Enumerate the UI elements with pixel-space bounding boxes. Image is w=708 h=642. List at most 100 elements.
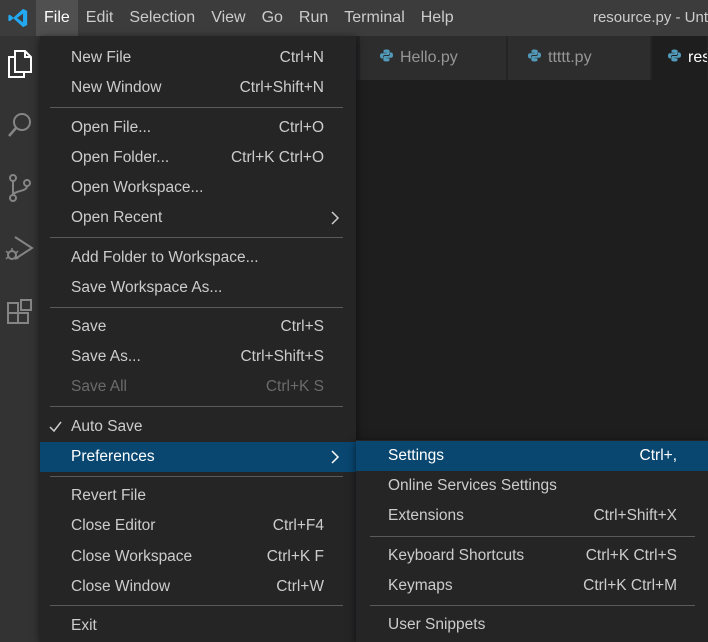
menu-item-open-folder[interactable]: Open Folder... Ctrl+K Ctrl+O xyxy=(40,143,356,173)
menu-item-save-as[interactable]: Save As... Ctrl+Shift+S xyxy=(40,342,356,372)
tab-bar: Hello.py ttttt.py res xyxy=(356,36,708,80)
explorer-icon[interactable] xyxy=(0,40,40,88)
menu-item-close-editor[interactable]: Close Editor Ctrl+F4 xyxy=(40,511,356,541)
menu-item-shortcut: Ctrl+Shift+N xyxy=(239,79,324,96)
activity-bar xyxy=(0,36,40,642)
menu-item-save-all: Save All Ctrl+K S xyxy=(40,372,356,402)
menu-item-shortcut: Ctrl+F4 xyxy=(272,517,324,534)
menu-item-shortcut: Ctrl+K S xyxy=(265,378,324,395)
menu-item-preferences[interactable]: Preferences xyxy=(40,442,356,472)
menu-item-keymaps[interactable]: Keymaps Ctrl+K Ctrl+M xyxy=(356,571,708,601)
python-file-icon xyxy=(528,49,541,67)
menu-item-shortcut: Ctrl+N xyxy=(279,49,324,66)
menu-item-open-workspace[interactable]: Open Workspace... xyxy=(40,173,356,203)
menu-item-open-recent[interactable]: Open Recent xyxy=(40,203,356,233)
menu-item-shortcut: Ctrl+K Ctrl+O xyxy=(230,149,324,166)
menu-item-label: Keymaps xyxy=(388,577,453,594)
tab-label: ttttt.py xyxy=(548,49,592,66)
menu-item-shortcut: Ctrl+, xyxy=(639,447,677,464)
menu-selection[interactable]: Selection xyxy=(121,0,203,36)
menu-item-label: Exit xyxy=(71,617,97,634)
menu-item-shortcut: Ctrl+K Ctrl+S xyxy=(585,547,677,564)
file-menu: New File Ctrl+N New Window Ctrl+Shift+N … xyxy=(40,36,356,642)
python-file-icon xyxy=(668,49,681,67)
menu-item-shortcut: Ctrl+K F xyxy=(266,548,324,565)
menu-item-shortcut: Ctrl+K Ctrl+M xyxy=(583,577,677,594)
menu-item-new-file[interactable]: New File Ctrl+N xyxy=(40,43,356,73)
menu-bar: File Edit Selection View Go Run Terminal… xyxy=(36,0,462,36)
menu-item-save[interactable]: Save Ctrl+S xyxy=(40,312,356,342)
menu-run[interactable]: Run xyxy=(291,0,336,36)
menu-item-label: Preferences xyxy=(71,448,155,465)
menu-separator xyxy=(50,237,343,238)
preferences-submenu: Settings Ctrl+, Online Services Settings… xyxy=(356,440,708,642)
tab-hello-py[interactable]: Hello.py xyxy=(360,36,507,80)
menu-item-shortcut: Ctrl+Shift+X xyxy=(593,507,677,524)
tab-ttttt-py[interactable]: ttttt.py xyxy=(508,36,651,80)
menu-item-new-window[interactable]: New Window Ctrl+Shift+N xyxy=(40,73,356,103)
menu-item-extensions[interactable]: Extensions Ctrl+Shift+X xyxy=(356,501,708,531)
menu-item-online-services-settings[interactable]: Online Services Settings xyxy=(356,471,708,501)
run-debug-icon[interactable] xyxy=(0,225,40,273)
menu-item-label: New Window xyxy=(71,79,162,96)
window-title: resource.py - Unt xyxy=(592,9,708,26)
menu-go[interactable]: Go xyxy=(254,0,291,36)
menu-item-label: Close Window xyxy=(71,578,171,595)
menu-file[interactable]: File xyxy=(36,0,78,36)
menu-item-label: Open Workspace... xyxy=(71,179,204,196)
menu-item-shortcut: Ctrl+W xyxy=(276,578,324,595)
title-bar: File Edit Selection View Go Run Terminal… xyxy=(0,0,708,36)
menu-item-auto-save[interactable]: Auto Save xyxy=(40,412,356,442)
extensions-icon[interactable] xyxy=(0,289,40,337)
menu-separator xyxy=(50,107,343,108)
menu-edit[interactable]: Edit xyxy=(78,0,122,36)
menu-item-label: Open File... xyxy=(71,119,152,136)
menu-item-shortcut: Ctrl+S xyxy=(280,318,325,335)
menu-separator xyxy=(50,605,343,606)
menu-item-user-snippets[interactable]: User Snippets xyxy=(356,610,708,640)
menu-item-close-workspace[interactable]: Close Workspace Ctrl+K F xyxy=(40,542,356,572)
menu-item-label: Revert File xyxy=(71,487,146,504)
menu-item-label: Settings xyxy=(388,447,445,464)
menu-separator xyxy=(50,476,343,477)
menu-item-close-window[interactable]: Close Window Ctrl+W xyxy=(40,572,356,602)
menu-item-shortcut: Ctrl+Shift+S xyxy=(240,348,324,365)
menu-item-settings[interactable]: Settings Ctrl+, xyxy=(356,441,708,471)
menu-item-label: New File xyxy=(71,49,132,66)
menu-terminal[interactable]: Terminal xyxy=(336,0,412,36)
menu-item-label: Extensions xyxy=(388,507,464,524)
menu-item-save-workspace-as[interactable]: Save Workspace As... xyxy=(40,273,356,303)
menu-separator xyxy=(370,605,695,606)
menu-item-label: Save Workspace As... xyxy=(71,279,223,296)
menu-separator xyxy=(50,307,343,308)
menu-view[interactable]: View xyxy=(203,0,253,36)
python-file-icon xyxy=(380,49,393,67)
tab-label: Hello.py xyxy=(400,49,458,66)
menu-item-label: Close Workspace xyxy=(71,548,193,565)
menu-item-revert-file[interactable]: Revert File xyxy=(40,481,356,511)
menu-item-label: Save xyxy=(71,318,107,335)
vscode-logo-icon xyxy=(0,0,36,36)
source-control-icon[interactable] xyxy=(0,164,40,212)
menu-separator xyxy=(370,536,695,537)
menu-item-label: Close Editor xyxy=(71,517,156,534)
menu-item-label: Auto Save xyxy=(71,418,143,435)
menu-item-add-folder[interactable]: Add Folder to Workspace... xyxy=(40,243,356,273)
menu-item-keyboard-shortcuts[interactable]: Keyboard Shortcuts Ctrl+K Ctrl+S xyxy=(356,541,708,571)
menu-item-label: Save All xyxy=(71,378,128,395)
menu-item-label: Keyboard Shortcuts xyxy=(388,547,525,564)
menu-help[interactable]: Help xyxy=(413,0,462,36)
menu-item-open-file[interactable]: Open File... Ctrl+O xyxy=(40,113,356,143)
menu-item-shortcut: Ctrl+O xyxy=(278,119,324,136)
menu-item-label: Open Recent xyxy=(71,209,163,226)
tab-label: res xyxy=(688,49,707,66)
menu-item-label: Online Services Settings xyxy=(388,477,557,494)
menu-item-exit[interactable]: Exit xyxy=(40,611,356,641)
menu-item-label: Add Folder to Workspace... xyxy=(71,249,259,266)
menu-item-label: Open Folder... xyxy=(71,149,170,166)
menu-item-label: Save As... xyxy=(71,348,141,365)
tab-resource-py[interactable]: res xyxy=(652,36,708,80)
menu-separator xyxy=(50,406,343,407)
menu-item-label: User Snippets xyxy=(388,616,486,633)
search-icon[interactable] xyxy=(0,101,40,149)
